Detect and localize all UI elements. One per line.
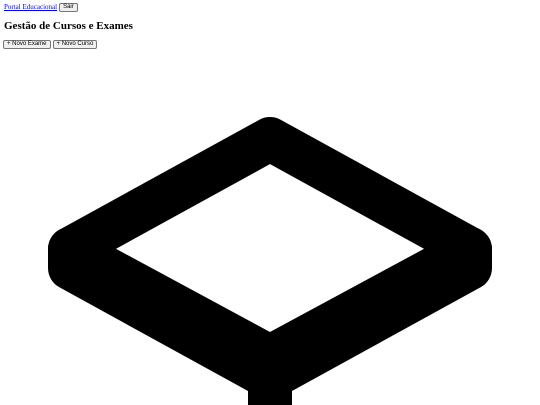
large-diamond-outline-icon xyxy=(48,117,492,405)
diamond-outline-top xyxy=(48,117,492,379)
page-title: Gestão de Cursos e Exames xyxy=(4,20,133,32)
new-exam-button[interactable]: + Novo Exame xyxy=(3,40,51,49)
logout-button[interactable]: Sair xyxy=(59,3,78,12)
top-navigation: Portal Educacional Sair xyxy=(4,2,78,13)
new-course-button[interactable]: + Novo Curso xyxy=(52,40,98,49)
action-toolbar: + Novo Exame + Novo Curso xyxy=(3,40,98,49)
diamond-outline-bottom xyxy=(48,227,492,400)
portal-home-link[interactable]: Portal Educacional xyxy=(4,3,57,12)
diamond-stem xyxy=(248,370,292,405)
